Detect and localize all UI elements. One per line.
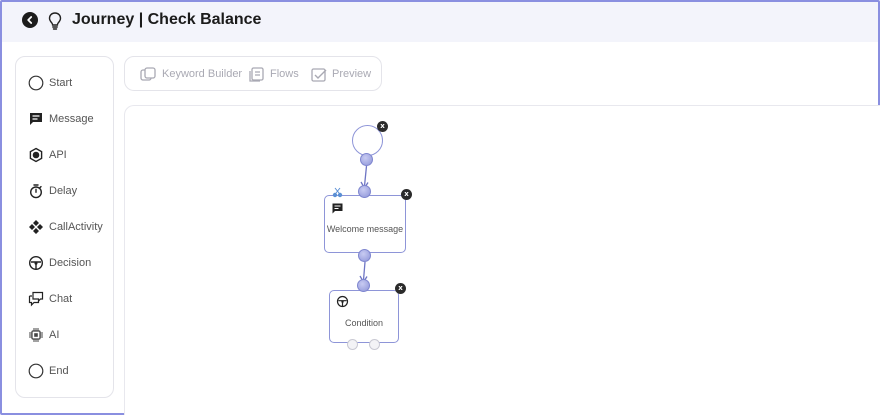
- api-icon: [28, 147, 44, 163]
- node-palette: Start Message API Delay CallActivity Dec…: [15, 56, 114, 398]
- palette-item-label: AI: [49, 329, 60, 341]
- palette-item-label: Chat: [49, 293, 73, 305]
- palette-item-delay[interactable]: Delay: [28, 181, 77, 201]
- delete-start-node-button[interactable]: x: [377, 121, 388, 132]
- palette-item-chat[interactable]: Chat: [28, 289, 72, 309]
- decision-output-port-1[interactable]: [347, 339, 358, 350]
- decision-node[interactable]: Condition: [329, 290, 399, 343]
- palette-item-api[interactable]: API: [28, 145, 67, 165]
- tab-label: Preview: [332, 68, 372, 80]
- palette-item-message[interactable]: Message: [28, 109, 94, 129]
- keyword-builder-icon: [140, 66, 157, 82]
- palette-item-callactivity[interactable]: CallActivity: [28, 217, 103, 237]
- flow-canvas[interactable]: [124, 105, 880, 415]
- circle-icon: [28, 75, 44, 91]
- tab-label: Flows: [270, 68, 299, 80]
- palette-item-ai[interactable]: AI: [28, 325, 59, 345]
- message-icon: [331, 202, 344, 220]
- lightbulb-icon: [47, 11, 63, 36]
- ai-chip-icon: [28, 327, 44, 343]
- preview-icon: [311, 67, 327, 82]
- palette-item-label: CallActivity: [49, 221, 103, 233]
- palette-item-label: Start: [49, 77, 73, 89]
- chat-icon: [28, 291, 44, 307]
- delete-decision-node-button[interactable]: x: [395, 283, 406, 294]
- palette-item-end[interactable]: End: [28, 361, 69, 381]
- header-bar: Journey | Check Balance: [2, 2, 878, 42]
- scissors-icon[interactable]: [332, 185, 343, 203]
- stopwatch-icon: [28, 183, 44, 199]
- tab-flows[interactable]: Flows: [249, 66, 299, 82]
- decision-input-port[interactable]: [357, 279, 370, 292]
- flows-icon: [249, 66, 265, 82]
- palette-item-decision[interactable]: Decision: [28, 253, 91, 273]
- decision-node-label: Condition: [344, 318, 384, 328]
- message-node-label: Welcome message: [326, 224, 404, 234]
- palette-item-label: Delay: [49, 185, 78, 197]
- decision-output-port-2[interactable]: [369, 339, 380, 350]
- palette-item-label: End: [49, 365, 69, 377]
- decision-icon: [28, 255, 44, 271]
- start-output-port[interactable]: [360, 153, 373, 166]
- message-output-port[interactable]: [358, 249, 371, 262]
- message-input-port[interactable]: [358, 185, 371, 198]
- back-arrow-icon[interactable]: [22, 12, 38, 28]
- palette-item-label: API: [49, 149, 67, 161]
- delete-message-node-button[interactable]: x: [401, 189, 412, 200]
- call-activity-icon: [28, 219, 44, 235]
- message-node[interactable]: Welcome message: [324, 195, 406, 253]
- palette-item-label: Decision: [49, 257, 92, 269]
- palette-item-start[interactable]: Start: [28, 73, 72, 93]
- decision-icon: [336, 295, 349, 313]
- tab-preview[interactable]: Preview: [311, 66, 371, 82]
- tab-keyword-builder[interactable]: Keyword Builder: [140, 66, 242, 82]
- tab-bar: Keyword Builder Flows Preview: [124, 56, 382, 91]
- tab-label: Keyword Builder: [162, 68, 243, 80]
- page-title: Journey | Check Balance: [72, 11, 262, 28]
- circle-icon: [28, 363, 44, 379]
- palette-item-label: Message: [49, 113, 94, 125]
- message-icon: [28, 111, 44, 127]
